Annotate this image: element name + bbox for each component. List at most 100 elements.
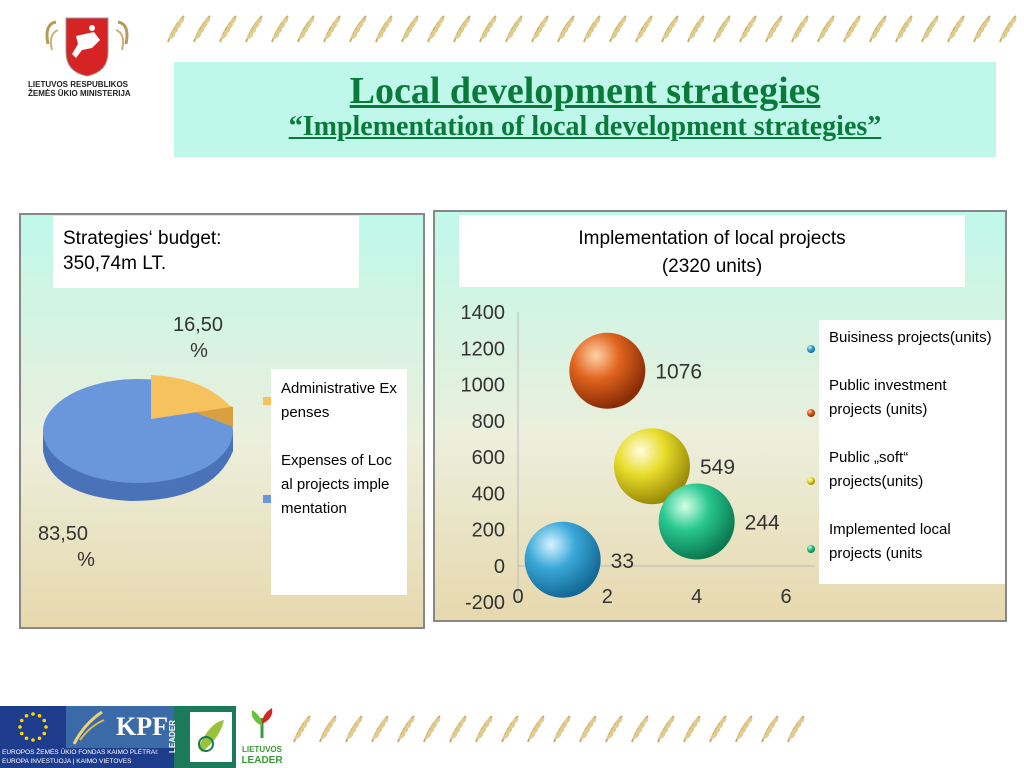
x-tick-label: 4: [691, 586, 702, 608]
legend-public-investment: Public investment projects (units): [829, 377, 947, 418]
y-tick-label: 400: [472, 483, 505, 505]
x-tick-label: 2: [602, 586, 613, 608]
eu-star: [19, 718, 24, 723]
wheat-ornament: [609, 15, 627, 43]
legend-implemented: Implemented local projects (units: [829, 521, 951, 562]
page-title: Local development strategies: [349, 70, 821, 112]
wheat-ornament: [843, 15, 861, 43]
wheat-ornament: [735, 715, 753, 743]
bubble-implemented-label: 244: [745, 512, 780, 535]
wheat-ornament: [505, 15, 523, 43]
legend-marker-local: [263, 495, 271, 503]
y-tick-label: 0: [494, 556, 505, 578]
leader-text: LEADER: [241, 755, 283, 766]
y-tick-label: 1400: [461, 302, 506, 324]
wheat-ornament: [323, 15, 341, 43]
wheat-ornament: [531, 15, 549, 43]
wheat-ornament: [245, 15, 263, 43]
wheat-ornament: [397, 715, 415, 743]
wheat-logo: [66, 706, 110, 748]
ministry-name: LIETUVOS RESPUBLIKOS ŽEMĖS ŪKIO MINISTER…: [28, 80, 158, 98]
ministry-line-1: LIETUVOS RESPUBLIKOS: [28, 80, 129, 89]
bubble-public-investment-label: 1076: [655, 361, 702, 384]
wheat-ornament: [713, 15, 731, 43]
budget-panel: Strategies‘ budget: 350,74m LT. 16,50 % …: [19, 213, 425, 629]
y-tick-label: 800: [472, 411, 505, 433]
wheat-ornament: [501, 715, 519, 743]
eu-star: [44, 725, 48, 729]
eu-star: [37, 713, 42, 718]
wheat-ornament: [765, 15, 783, 43]
wheat-ornament: [761, 715, 779, 743]
legend-marker-public-investment: [807, 409, 815, 417]
eu-star: [24, 713, 29, 718]
eu-star: [31, 738, 35, 742]
y-tick-label: -200: [465, 592, 505, 614]
wheat-ornament: [371, 715, 389, 743]
wheat-ornament: [583, 15, 601, 43]
lietuvos-leader-logo: LIETUVOS LEADER: [238, 706, 286, 768]
bubble-business: [524, 521, 601, 598]
wheat-decoration-top: [160, 12, 1024, 46]
eu-fund-line-2: EUROPA INVESTUOJA Į KAIMO VIETOVES: [2, 758, 132, 765]
eu-star: [42, 718, 47, 723]
legend-marker-soft: [807, 477, 815, 485]
legend-local-label: Expenses of Local projects implementatio…: [281, 452, 392, 517]
bubble-business-label: 33: [611, 550, 634, 573]
eu-fund-caption: EUROPOS ŽEMĖS ŪKIO FONDAS KAIMO PLĖTRAI:…: [0, 748, 176, 768]
ministry-line-2: ŽEMĖS ŪKIO MINISTERIJA: [28, 89, 131, 98]
wheat-ornament: [687, 15, 705, 43]
wheat-ornament: [475, 715, 493, 743]
lietuvos-text: LIETUVOS: [241, 745, 282, 754]
bubble-implemented: [658, 483, 735, 560]
y-tick-label: 1000: [461, 375, 506, 397]
x-tick-label: 0: [512, 586, 523, 608]
wheat-ornament: [319, 715, 337, 743]
wheat-ornament: [631, 715, 649, 743]
wheat-ornament: [895, 15, 913, 43]
wheat-ornament: [553, 715, 571, 743]
wheat-ornament: [293, 715, 311, 743]
legend-marker-implemented: [807, 545, 815, 553]
wheat-ornament: [423, 715, 441, 743]
wheat-ornament: [449, 715, 467, 743]
leader-vertical-text: LEADER: [167, 720, 177, 753]
eu-star: [18, 725, 22, 729]
wheat-decoration-bottom: [286, 712, 810, 746]
eu-star: [37, 736, 42, 741]
wheat-ornament: [973, 15, 991, 43]
wheat-ornament: [345, 715, 363, 743]
legend-business: Buisiness projects(units): [829, 329, 992, 346]
wheat-ornament: [453, 15, 471, 43]
legend-marker-business: [807, 345, 815, 353]
pie-label-admin-percent: %: [190, 340, 208, 362]
y-tick-label: 600: [472, 447, 505, 469]
wheat-ornament: [817, 15, 835, 43]
kpf-logo: KPF: [110, 706, 174, 748]
wheat-ornament: [709, 715, 727, 743]
wheat-ornament: [921, 15, 939, 43]
wheat-ornament: [739, 15, 757, 43]
eu-star: [42, 731, 47, 736]
legend-admin-label: Administrative Expenses: [281, 380, 397, 421]
pie-legend-box: Administrative Expenses Expenses of Loca…: [271, 369, 407, 595]
wheat-ornament: [683, 715, 701, 743]
legend-soft: Public „soft“ projects(units): [829, 449, 924, 490]
title-box: Local development strategies “Implementa…: [174, 62, 996, 157]
eu-star: [19, 731, 24, 736]
wheat-ornament: [427, 15, 445, 43]
bubble-soft-label: 549: [700, 456, 735, 479]
wheat-ornament: [947, 15, 965, 43]
wheat-ornament: [791, 15, 809, 43]
x-tick-label: 6: [780, 586, 791, 608]
wheat-ornament: [605, 715, 623, 743]
eu-star: [31, 712, 35, 716]
eu-flag-logo: [0, 706, 66, 748]
pie-label-admin: 16,50: [173, 314, 223, 336]
wheat-ornament: [557, 15, 575, 43]
wheat-ornament: [271, 15, 289, 43]
eu-star: [24, 736, 29, 741]
wheat-ornament: [167, 15, 185, 43]
wheat-ornament: [479, 15, 497, 43]
bubble-legend-box: Buisiness projects(units) Public investm…: [819, 320, 1005, 584]
